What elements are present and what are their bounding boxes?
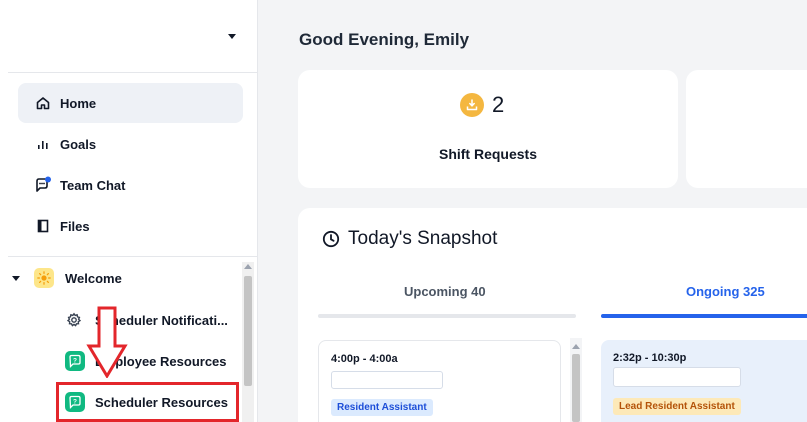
ongoing-shift-card[interactable]: 2:32p - 10:30p Lead Resident Assistant — [601, 340, 807, 422]
snapshot-title: Today's Snapshot — [322, 228, 497, 250]
clock-icon — [322, 230, 340, 248]
summary-card-partial[interactable] — [686, 70, 807, 188]
todays-snapshot-panel: Today's Snapshot Upcoming 40 Ongoing 325… — [298, 208, 807, 422]
sidebar-item-label: Team Chat — [60, 177, 126, 193]
tree-group-welcome[interactable]: Welcome — [0, 260, 240, 296]
gear-icon — [66, 312, 82, 328]
sidebar-divider — [8, 256, 258, 257]
scrollbar-thumb[interactable] — [244, 276, 252, 386]
sidebar-item-label: Files — [60, 218, 90, 234]
shift-time: 4:00p - 4:00a — [331, 353, 398, 365]
home-icon — [34, 94, 52, 112]
sidebar-item-label: Goals — [60, 136, 97, 152]
scroll-up-arrow-icon[interactable] — [572, 344, 580, 349]
chat-bubble-icon — [34, 176, 52, 194]
tab-underline-ongoing — [601, 314, 807, 318]
shift-requests-number: 2 — [492, 92, 505, 117]
inbox-download-icon — [460, 93, 484, 117]
sidebar-scrollbar[interactable] — [242, 262, 254, 422]
sidebar-item-label: Home — [60, 95, 97, 111]
red-arrow-annotation-icon — [86, 306, 128, 378]
sidebar-divider — [8, 72, 258, 73]
sidebar-item-home[interactable]: Home — [18, 83, 243, 123]
highlight-box — [56, 382, 239, 422]
snapshot-title-text: Today's Snapshot — [348, 228, 498, 249]
role-badge: Lead Resident Assistant — [613, 398, 741, 415]
sidebar-item-team-chat[interactable]: Team Chat — [18, 165, 243, 205]
chat-question-icon: ? — [65, 351, 85, 371]
tree-group-label: Welcome — [65, 270, 122, 286]
scrollbar-thumb[interactable] — [572, 354, 580, 422]
sidebar-item-files[interactable]: Files — [18, 206, 243, 246]
caret-down-icon[interactable] — [11, 273, 21, 283]
tab-upcoming[interactable]: Upcoming 40 — [404, 284, 486, 299]
bar-chart-icon — [34, 135, 52, 153]
sidebar-item-goals[interactable]: Goals — [18, 124, 243, 164]
shift-requests-label: Shift Requests — [438, 146, 537, 162]
svg-text:?: ? — [73, 357, 77, 364]
caret-down-icon[interactable] — [226, 30, 238, 42]
sidebar: Home Goals Team Chat Files Welcome Sched… — [0, 0, 258, 422]
shift-requests-card[interactable]: 2 Shift Requests — [298, 70, 678, 188]
upcoming-shift-card[interactable]: 4:00p - 4:00a Resident Assistant — [318, 340, 561, 422]
employee-name-redacted — [613, 367, 741, 387]
scroll-up-arrow-icon[interactable] — [244, 264, 252, 269]
file-icon — [34, 217, 52, 235]
employee-name-redacted — [331, 371, 443, 389]
shift-time: 2:32p - 10:30p — [613, 352, 687, 364]
shift-requests-count: 2 — [460, 92, 504, 118]
upcoming-list-scrollbar[interactable] — [570, 338, 582, 422]
sun-icon — [34, 268, 54, 288]
tab-ongoing[interactable]: Ongoing 325 — [686, 284, 765, 299]
role-badge: Resident Assistant — [331, 399, 433, 416]
tab-underline-upcoming — [318, 314, 576, 318]
page-greeting: Good Evening, Emily — [299, 30, 470, 49]
